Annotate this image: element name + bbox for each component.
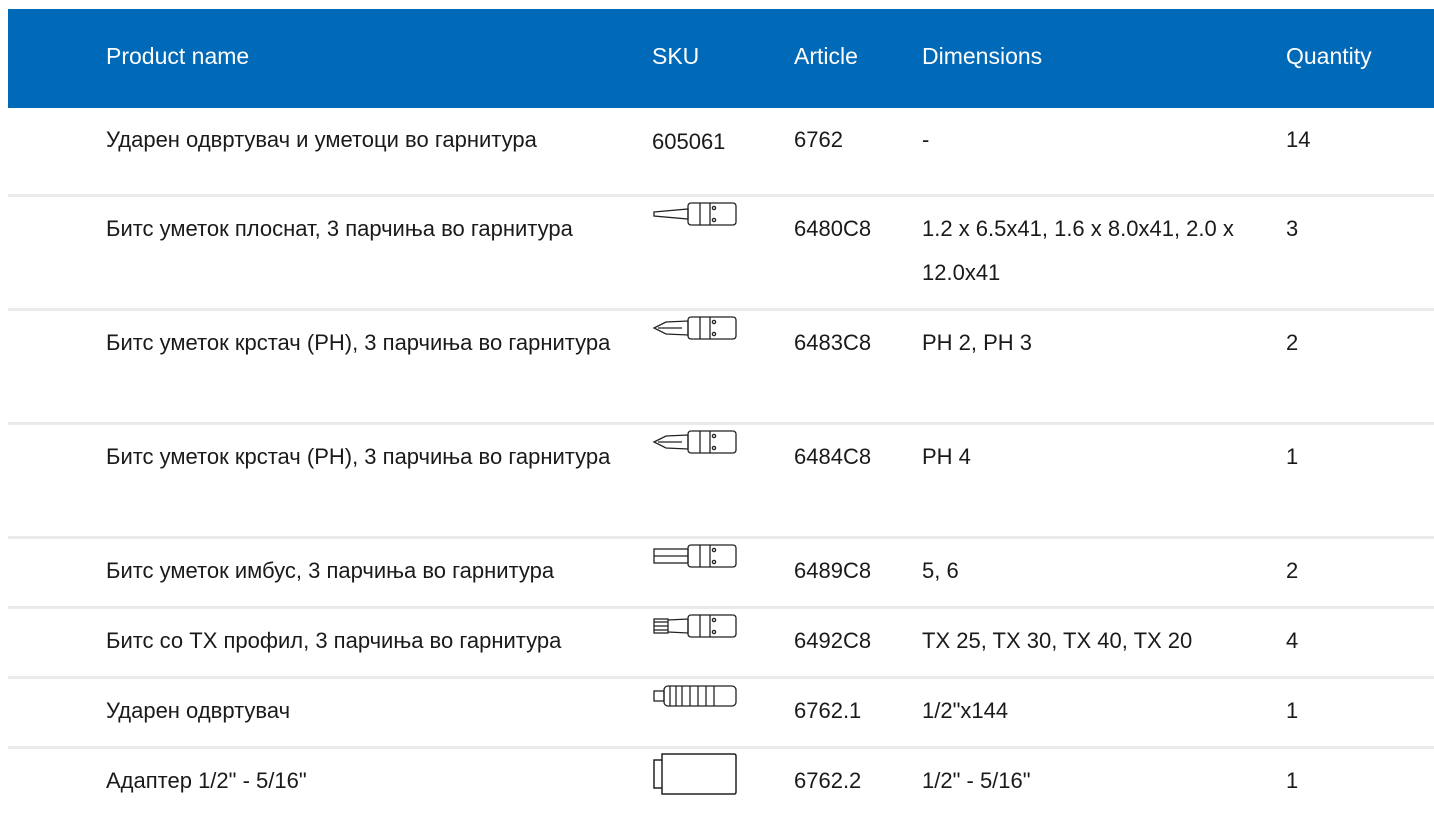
dimensions: -	[922, 127, 930, 152]
quantity: 3	[1286, 216, 1299, 241]
quantity: 2	[1286, 558, 1299, 583]
product-name: Битс уметок имбус, 3 парчиња во гарнитур…	[106, 558, 555, 583]
article: 6762.1	[794, 698, 862, 723]
quantity: 1	[1286, 444, 1299, 469]
product-name: Битс со TX профил, 3 парчиња во гарнитур…	[106, 628, 562, 653]
article: 6762	[794, 127, 843, 152]
product-table: Product name SKU Article Dimensions Quan…	[8, 9, 1434, 819]
hex-bit-icon	[652, 541, 762, 571]
table-row: Ударен одвртувач 6762.1 1/2"x144 1	[8, 679, 1434, 749]
dimensions: 1/2" - 5/16"	[922, 768, 1031, 793]
table-header: Product name SKU Article Dimensions Quan…	[8, 9, 1434, 108]
header-dimensions: Dimensions	[922, 43, 1043, 69]
product-name: Битс уметок крстач (PH), 3 парчиња во га…	[106, 444, 611, 469]
table-row: Адаптер 1/2" - 5/16" 6762.2 1/2" - 5/16"…	[8, 749, 1434, 819]
header-sku: SKU	[652, 43, 700, 69]
table-row: Битс уметок крстач (PH), 3 парчиња во га…	[8, 311, 1434, 425]
article: 6484C8	[794, 444, 872, 469]
product-name: Ударен одвртувач	[106, 698, 291, 723]
article: 6762.2	[794, 768, 862, 793]
header-product-name: Product name	[106, 43, 250, 69]
dimensions: PH 4	[922, 444, 971, 469]
adapter-icon	[652, 751, 762, 797]
article: 6489C8	[794, 558, 872, 583]
article: 6492C8	[794, 628, 872, 653]
dimensions: 5, 6	[922, 558, 959, 583]
article: 6480C8	[794, 216, 872, 241]
dimensions: 1/2"x144	[922, 698, 1009, 723]
impact-driver-icon	[652, 681, 762, 711]
quantity: 4	[1286, 628, 1299, 653]
header-article: Article	[794, 43, 858, 69]
dimensions: PH 2, PH 3	[922, 330, 1033, 355]
table-row: Битс уметок имбус, 3 парчиња во гарнитур…	[8, 539, 1434, 609]
dimensions: 1.2 x 6.5x41, 1.6 x 8.0x41, 2.0 x 12.0x4…	[922, 216, 1234, 285]
flat-bit-icon	[652, 199, 762, 229]
table-row: Битс со TX профил, 3 парчиња во гарнитур…	[8, 609, 1434, 679]
phillips-bit-icon	[652, 427, 762, 457]
sku: 605061	[652, 129, 726, 154]
dimensions: TX 25, TX 30, TX 40, TX 20	[922, 628, 1193, 653]
quantity: 1	[1286, 768, 1299, 793]
article: 6483C8	[794, 330, 872, 355]
torx-bit-icon	[652, 611, 762, 641]
product-name: Битс уметок плоснат, 3 парчиња во гарнит…	[106, 216, 573, 241]
quantity: 1	[1286, 698, 1299, 723]
quantity: 2	[1286, 330, 1299, 355]
header-quantity: Quantity	[1286, 43, 1372, 69]
quantity: 14	[1286, 127, 1311, 152]
phillips-bit-icon	[652, 313, 762, 343]
product-name: Ударен одвртувач и уметоци во гарнитура	[106, 127, 537, 152]
product-name: Адаптер 1/2" - 5/16"	[106, 768, 307, 793]
product-name: Битс уметок крстач (PH), 3 парчиња во га…	[106, 330, 611, 355]
table-row: Битс уметок крстач (PH), 3 парчиња во га…	[8, 425, 1434, 539]
table-row: Битс уметок плоснат, 3 парчиња во гарнит…	[8, 197, 1434, 311]
table-row: Ударен одвртувач и уметоци во гарнитура …	[8, 108, 1434, 197]
